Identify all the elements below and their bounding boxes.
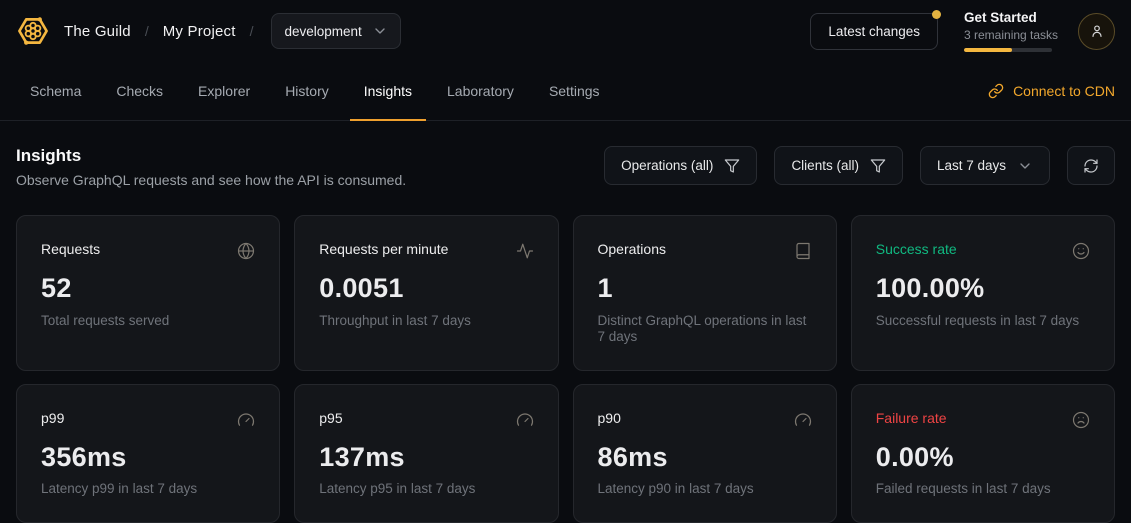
page-subtitle: Observe GraphQL requests and see how the… (16, 172, 406, 188)
get-started-progress (964, 48, 1052, 52)
page-title: Insights (16, 146, 406, 166)
refresh-icon (1083, 158, 1099, 174)
breadcrumb-separator: / (145, 23, 149, 39)
main-nav: Schema Checks Explorer History Insights … (0, 62, 1131, 121)
stat-card-requests: Requests 52 Total requests served (16, 215, 280, 371)
clients-filter-label: Clients (all) (791, 158, 859, 173)
card-title: Requests (41, 241, 100, 257)
tab-laboratory[interactable]: Laboratory (433, 62, 528, 120)
stats-grid: Requests 52 Total requests served Reques… (0, 215, 1131, 523)
card-description: Successful requests in last 7 days (876, 313, 1090, 329)
stat-card-success-rate: Success rate 100.00% Successful requests… (851, 215, 1115, 371)
activity-icon (516, 242, 534, 260)
card-value: 0.00% (876, 443, 1090, 473)
insights-page: Insights Observe GraphQL requests and se… (0, 121, 1131, 523)
book-icon (794, 242, 812, 260)
breadcrumb-project[interactable]: My Project (163, 23, 236, 40)
tab-checks[interactable]: Checks (102, 62, 177, 120)
tab-history[interactable]: History (271, 62, 343, 120)
card-title: p99 (41, 410, 64, 426)
operations-filter-label: Operations (all) (621, 158, 713, 173)
target-selector[interactable]: development (271, 13, 400, 49)
link-icon (988, 83, 1004, 99)
get-started-subtitle: 3 remaining tasks (964, 28, 1052, 42)
gauge-icon (516, 411, 534, 429)
notification-dot (932, 10, 941, 19)
card-title: Operations (598, 241, 666, 257)
card-value: 1 (598, 274, 812, 304)
nav-tabs: Schema Checks Explorer History Insights … (16, 62, 614, 120)
stat-card-rpm: Requests per minute 0.0051 Throughput in… (294, 215, 558, 371)
hive-logo-icon[interactable] (16, 14, 50, 48)
card-value: 86ms (598, 443, 812, 473)
card-title: Success rate (876, 241, 957, 257)
card-description: Latency p95 in last 7 days (319, 481, 533, 497)
user-icon (1089, 23, 1105, 39)
connect-to-cdn-label: Connect to CDN (1013, 83, 1115, 99)
top-bar-right: Latest changes Get Started 3 remaining t… (810, 10, 1115, 52)
filter-icon (870, 158, 886, 174)
tab-insights[interactable]: Insights (350, 62, 426, 120)
latest-changes-button[interactable]: Latest changes (810, 13, 938, 50)
target-selector-value: development (284, 24, 361, 39)
smile-icon (1072, 242, 1090, 260)
card-value: 356ms (41, 443, 255, 473)
card-description: Total requests served (41, 313, 255, 329)
card-description: Distinct GraphQL operations in last 7 da… (598, 313, 812, 346)
connect-to-cdn-link[interactable]: Connect to CDN (988, 83, 1115, 99)
stat-card-failure-rate: Failure rate 0.00% Failed requests in la… (851, 384, 1115, 523)
period-select-value: Last 7 days (937, 158, 1006, 173)
card-title: Failure rate (876, 410, 947, 426)
gauge-icon (237, 411, 255, 429)
clients-filter-button[interactable]: Clients (all) (774, 146, 903, 185)
filter-toolbar: Operations (all) Clients (all) Last 7 da… (604, 146, 1115, 185)
period-select[interactable]: Last 7 days (920, 146, 1050, 185)
stat-card-p99: p99 356ms Latency p99 in last 7 days (16, 384, 280, 523)
stat-card-p90: p90 86ms Latency p90 in last 7 days (573, 384, 837, 523)
breadcrumb-separator: / (250, 23, 254, 39)
tab-settings[interactable]: Settings (535, 62, 614, 120)
section-title-block: Insights Observe GraphQL requests and se… (16, 146, 406, 188)
frown-icon (1072, 411, 1090, 429)
card-description: Latency p90 in last 7 days (598, 481, 812, 497)
stat-card-p95: p95 137ms Latency p95 in last 7 days (294, 384, 558, 523)
top-bar: The Guild / My Project / development Lat… (0, 0, 1131, 62)
card-title: p95 (319, 410, 342, 426)
latest-changes-label: Latest changes (828, 24, 920, 39)
card-description: Throughput in last 7 days (319, 313, 533, 329)
card-value: 0.0051 (319, 274, 533, 304)
stat-card-operations: Operations 1 Distinct GraphQL operations… (573, 215, 837, 371)
globe-icon (237, 242, 255, 260)
get-started-widget[interactable]: Get Started 3 remaining tasks (964, 10, 1052, 52)
gauge-icon (794, 411, 812, 429)
card-description: Failed requests in last 7 days (876, 481, 1090, 497)
tab-schema[interactable]: Schema (16, 62, 95, 120)
filter-icon (724, 158, 740, 174)
chevron-down-icon (372, 23, 388, 39)
card-value: 52 (41, 274, 255, 304)
operations-filter-button[interactable]: Operations (all) (604, 146, 757, 185)
breadcrumb-org[interactable]: The Guild (64, 23, 131, 40)
tab-explorer[interactable]: Explorer (184, 62, 264, 120)
card-value: 137ms (319, 443, 533, 473)
get-started-progress-fill (964, 48, 1012, 52)
refresh-button[interactable] (1067, 146, 1115, 185)
get-started-title: Get Started (964, 10, 1052, 25)
chevron-down-icon (1017, 158, 1033, 174)
breadcrumb: The Guild / My Project / development (16, 13, 401, 49)
user-avatar[interactable] (1078, 13, 1115, 50)
section-header: Insights Observe GraphQL requests and se… (0, 121, 1131, 215)
card-title: p90 (598, 410, 621, 426)
card-title: Requests per minute (319, 241, 448, 257)
card-value: 100.00% (876, 274, 1090, 304)
card-description: Latency p99 in last 7 days (41, 481, 255, 497)
